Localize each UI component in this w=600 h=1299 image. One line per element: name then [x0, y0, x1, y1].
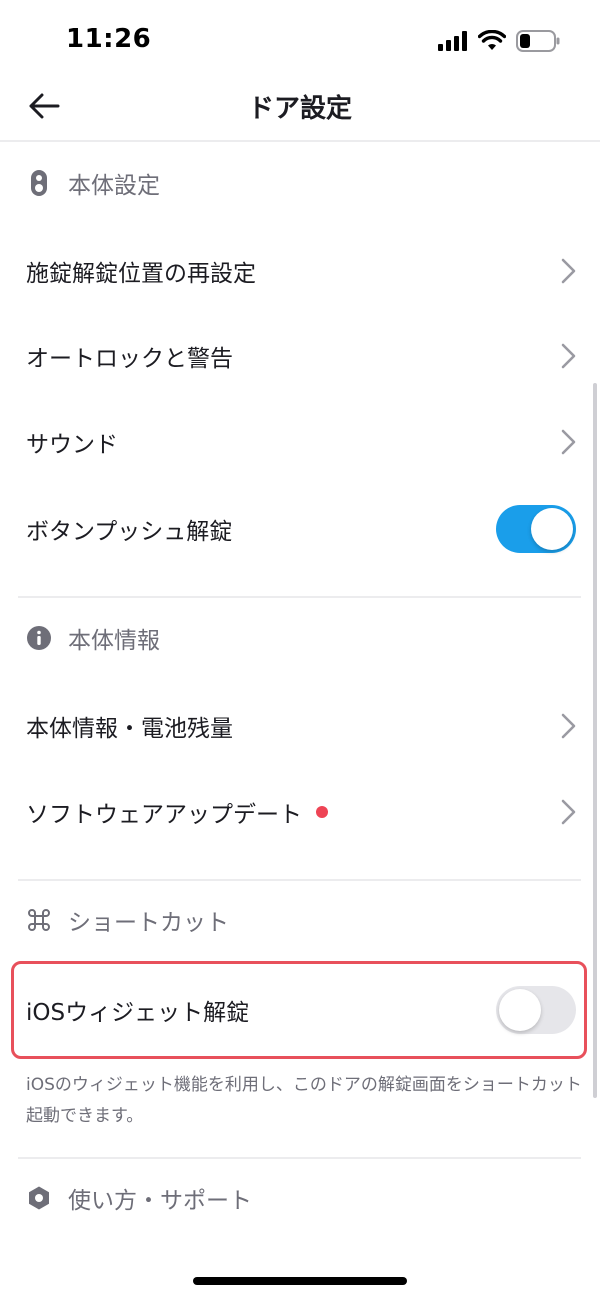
autolock-warning-row[interactable]: オートロックと警告	[0, 321, 600, 391]
status-bar: 11:26	[0, 0, 600, 80]
section-header-shortcut: ショートカット	[26, 900, 229, 940]
chevron-right-icon	[561, 343, 576, 369]
cellular-signal-icon	[438, 31, 467, 51]
button-push-unlock-row: ボタンプッシュ解錠	[0, 494, 600, 564]
row-label: iOSウィジェット解錠	[26, 1000, 250, 1026]
scrollbar[interactable]	[593, 383, 597, 1098]
device-info-battery-row[interactable]: 本体情報・電池残量	[0, 691, 600, 761]
lock-position-reset-row[interactable]: 施錠解錠位置の再設定	[0, 236, 600, 306]
row-label: 本体情報・電池残量	[26, 716, 233, 742]
row-label-wrapper: ソフトウェアアップデート	[26, 795, 328, 829]
chevron-right-icon	[561, 713, 576, 739]
sound-row[interactable]: サウンド	[0, 407, 600, 477]
ios-widget-unlock-row: iOSウィジェット解錠	[0, 975, 600, 1045]
divider	[18, 596, 581, 598]
command-icon	[26, 907, 52, 933]
home-indicator	[193, 1277, 407, 1285]
toggle-knob	[531, 508, 573, 550]
chevron-right-icon	[561, 429, 576, 455]
divider	[18, 1157, 581, 1159]
ios-widget-unlock-toggle[interactable]	[496, 986, 576, 1034]
wifi-icon	[478, 30, 506, 50]
chevron-right-icon	[561, 258, 576, 284]
update-badge-dot	[316, 806, 328, 818]
battery-icon	[516, 30, 560, 52]
row-label: オートロックと警告	[26, 346, 233, 372]
navigation-bar: ドア設定	[0, 70, 600, 142]
divider	[18, 879, 581, 881]
section-header-label: ショートカット	[68, 910, 229, 936]
section-header-device-info: 本体情報	[26, 618, 160, 658]
chevron-right-icon	[561, 799, 576, 825]
page-title: ドア設定	[247, 94, 352, 124]
smart-lock-icon	[26, 170, 52, 196]
hexagon-icon	[26, 1185, 52, 1211]
status-icons	[438, 28, 560, 54]
row-label: 施錠解錠位置の再設定	[26, 261, 256, 287]
info-icon	[26, 625, 52, 651]
row-label: ソフトウェアアップデート	[26, 802, 302, 828]
row-label: サウンド	[26, 432, 118, 458]
section-header-label: 本体設定	[68, 173, 160, 199]
toggle-knob	[499, 989, 541, 1031]
status-time: 11:26	[66, 24, 152, 54]
software-update-row[interactable]: ソフトウェアアップデート	[0, 777, 600, 847]
section-header-label: 本体情報	[68, 628, 160, 654]
button-push-unlock-toggle[interactable]	[496, 505, 576, 553]
shortcut-note: iOSのウィジェット機能を利用し、このドアの解錠画面をショートカット起動できます…	[26, 1075, 582, 1126]
section-header-support[interactable]: 使い方・サポート	[26, 1178, 252, 1218]
section-header-device-settings: 本体設定	[26, 163, 160, 203]
row-label: ボタンプッシュ解錠	[26, 519, 233, 545]
section-header-label: 使い方・サポート	[68, 1188, 252, 1214]
